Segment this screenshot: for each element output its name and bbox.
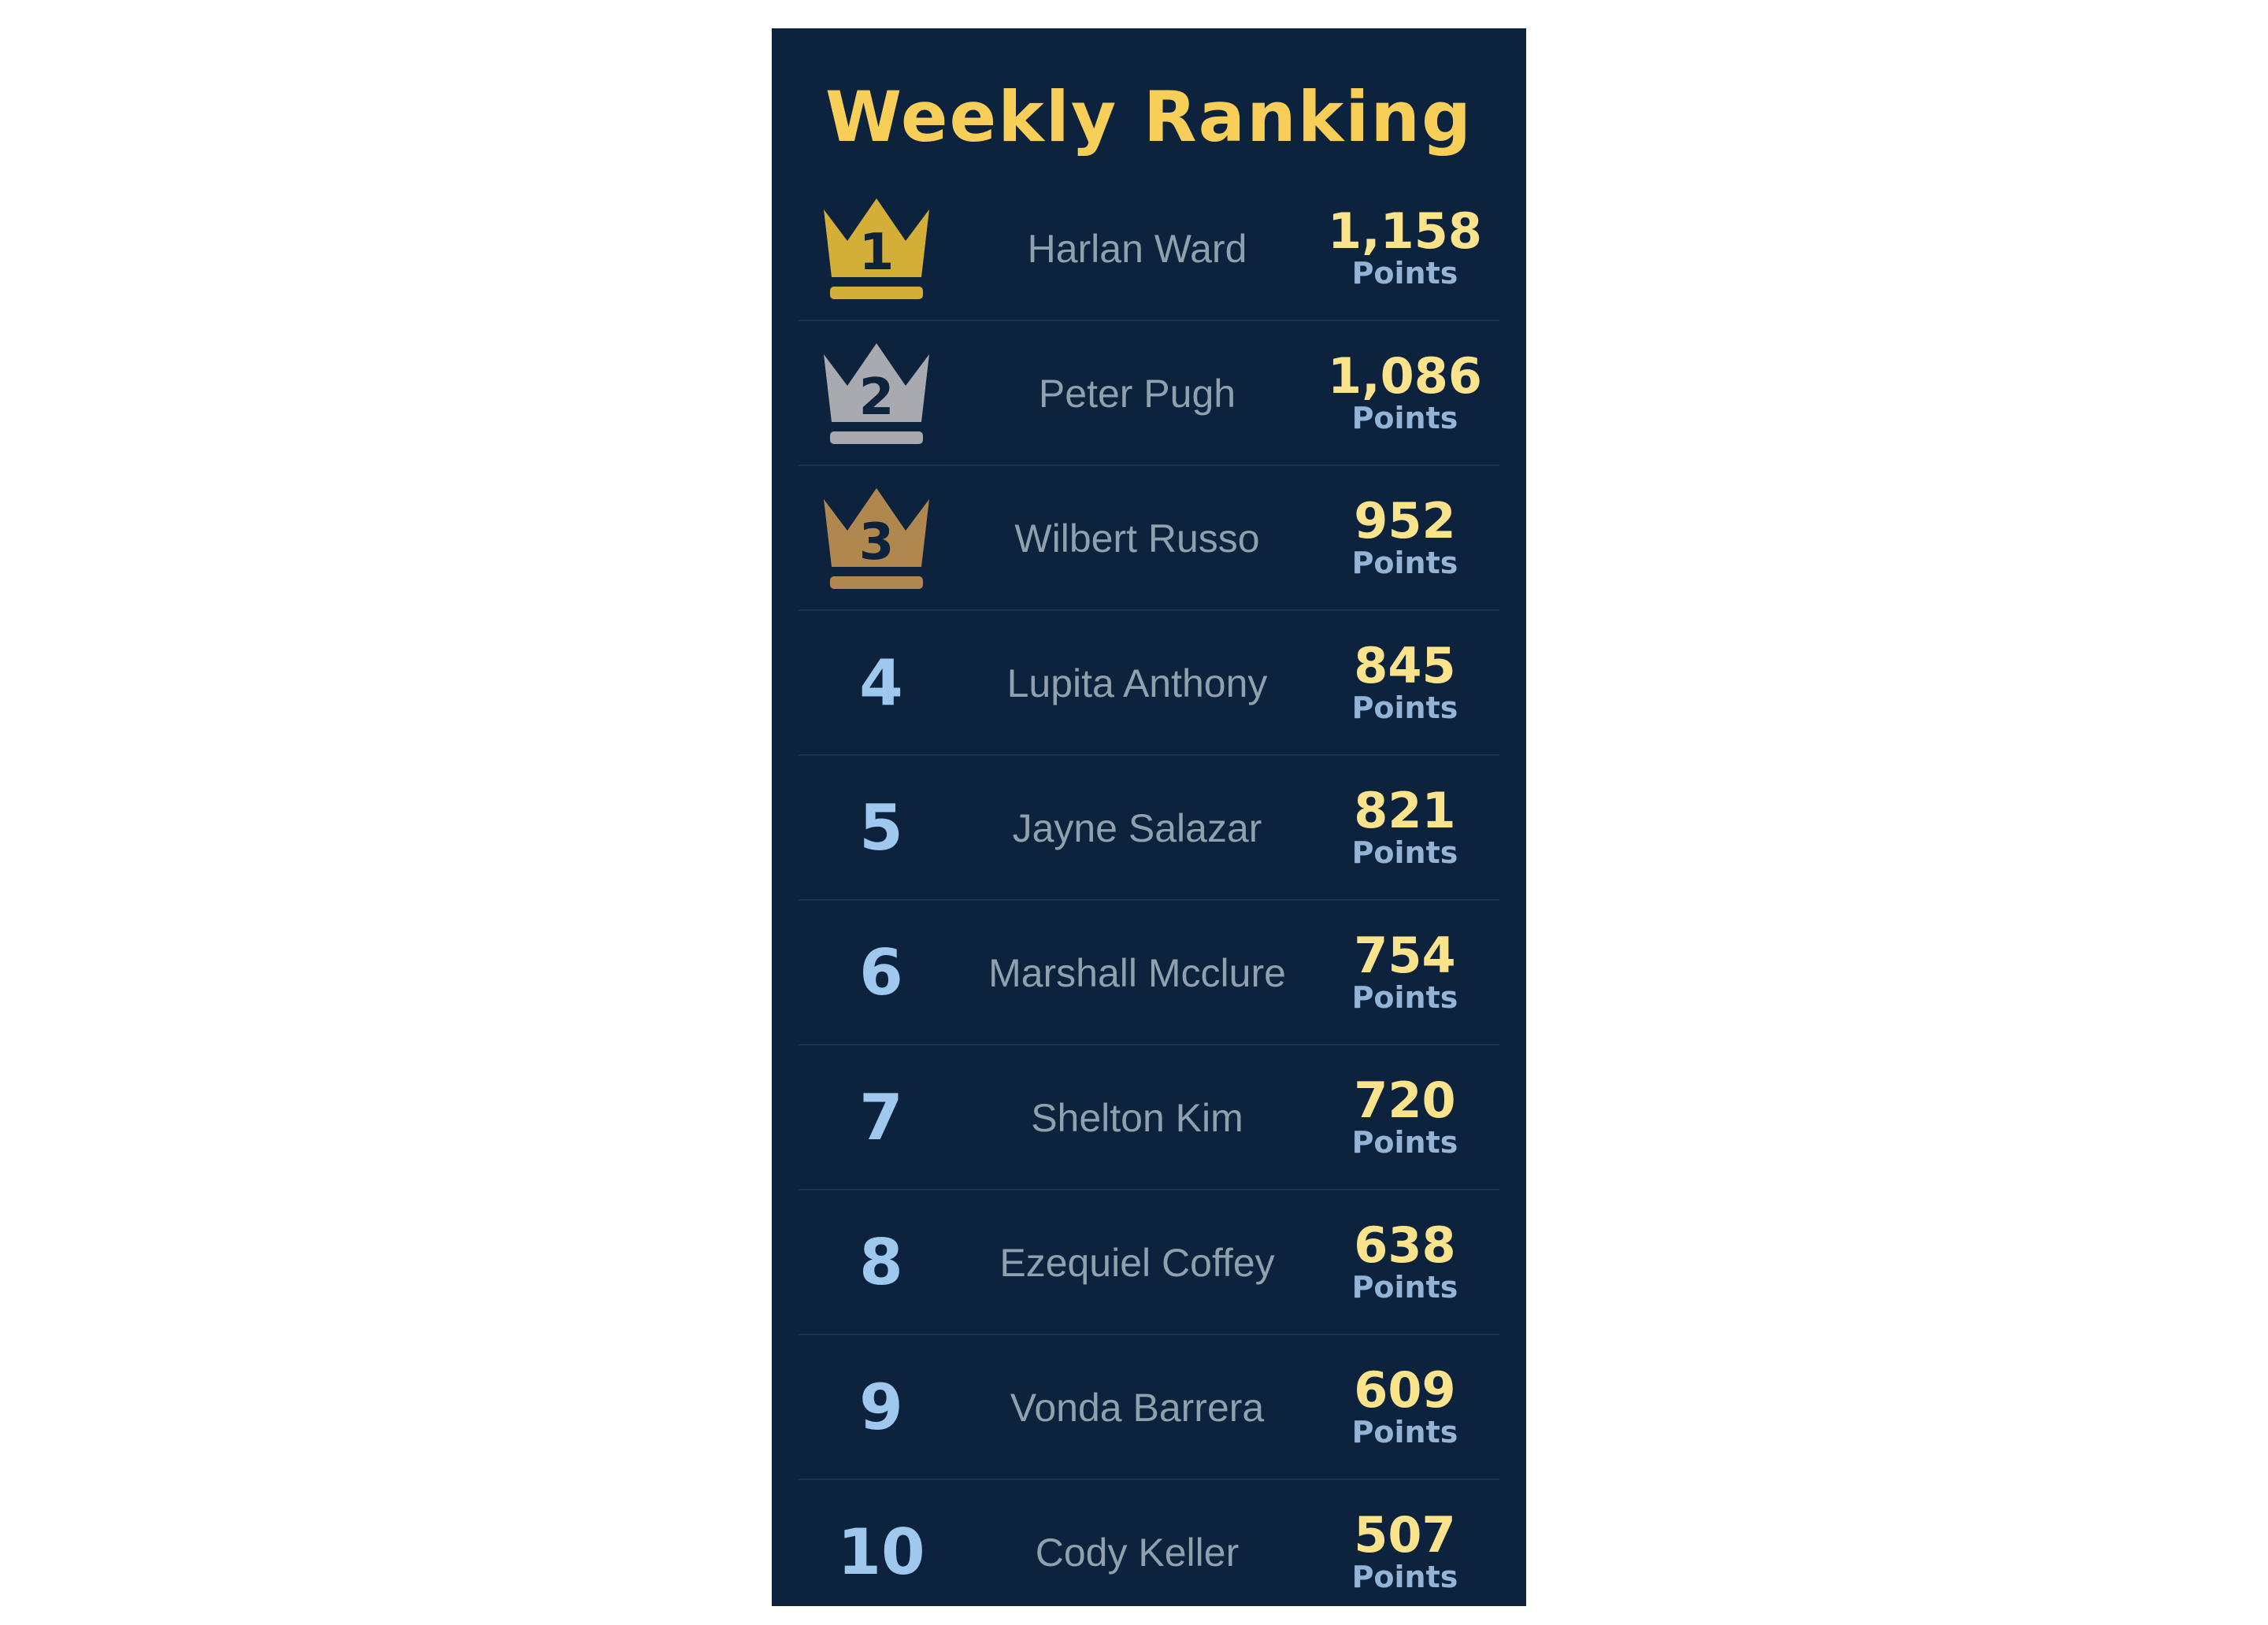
score: 720 Points [1310, 1046, 1499, 1190]
player-name: Jayne Salazar [1012, 806, 1262, 850]
rank-badge: 9 [799, 1335, 964, 1480]
score: 821 Points [1310, 756, 1499, 901]
ranking-row[interactable]: 7 Shelton Kim 720 Points [799, 1046, 1499, 1190]
crown-icon: 1 [824, 198, 929, 299]
score: 638 Points [1310, 1190, 1499, 1335]
player-name: Ezequiel Coffey [999, 1241, 1275, 1285]
player-name: Vonda Barrera [1010, 1386, 1265, 1430]
player-name: Lupita Anthony [1006, 661, 1268, 705]
player-name: Cody Keller [1035, 1531, 1240, 1575]
score-value: 952 [1354, 492, 1456, 550]
rank-number: 3 [859, 513, 895, 572]
score: 1,158 Points [1310, 176, 1499, 321]
points-label: Points [1351, 690, 1458, 725]
score-value: 638 [1354, 1216, 1456, 1274]
points-label: Points [1351, 980, 1458, 1015]
score: 845 Points [1310, 611, 1499, 756]
points-label: Points [1351, 835, 1458, 870]
score: 609 Points [1310, 1335, 1499, 1480]
ranking-row[interactable]: 8 Ezequiel Coffey 638 Points [799, 1190, 1499, 1335]
rank-badge: 6 [799, 901, 964, 1046]
crown-icon: 2 [824, 343, 929, 444]
score-value: 720 [1354, 1072, 1456, 1129]
player-name: Marshall Mcclure [988, 951, 1286, 995]
crown-icon: 3 [824, 488, 929, 589]
score: 952 Points [1310, 466, 1499, 611]
leaderboard-title: Weekly Ranking [825, 76, 1473, 157]
leaderboard-panel: Weekly Ranking 1 Harlan Ward 1,158 Point… [772, 28, 1526, 1606]
score: 754 Points [1310, 901, 1499, 1046]
player-name: Harlan Ward [1027, 227, 1247, 271]
rank-badge: 4 [799, 611, 964, 756]
score-value: 821 [1354, 782, 1456, 839]
points-label: Points [1351, 1415, 1458, 1449]
ranking-row[interactable]: 4 Lupita Anthony 845 Points [799, 611, 1499, 756]
rank-number: 8 [859, 1226, 903, 1299]
rank-badge: 8 [799, 1190, 964, 1335]
score-value: 507 [1354, 1506, 1456, 1564]
score: 1,086 Points [1310, 321, 1499, 466]
points-label: Points [1351, 1125, 1458, 1160]
points-label: Points [1351, 1270, 1458, 1305]
rank-number: 6 [859, 936, 903, 1009]
points-label: Points [1351, 256, 1458, 291]
points-label: Points [1351, 1560, 1458, 1594]
ranking-row[interactable]: 5 Jayne Salazar 821 Points [799, 756, 1499, 901]
points-label: Points [1351, 546, 1458, 580]
rank-number: 1 [859, 224, 895, 282]
rank-number: 7 [859, 1081, 903, 1154]
rank-badge: 1 [799, 176, 964, 321]
score-value: 1,086 [1327, 347, 1483, 405]
score-value: 609 [1354, 1361, 1456, 1419]
rank-badge: 7 [799, 1046, 964, 1190]
ranking-row[interactable]: 10 Cody Keller 507 Points [799, 1480, 1499, 1625]
rank-number: 2 [859, 368, 895, 427]
score-value: 1,158 [1327, 202, 1483, 260]
ranking-row[interactable]: 2 Peter Pugh 1,086 Points [799, 321, 1499, 466]
ranking-row[interactable]: 9 Vonda Barrera 609 Points [799, 1335, 1499, 1480]
ranking-row[interactable]: 1 Harlan Ward 1,158 Points [799, 176, 1499, 321]
points-label: Points [1351, 401, 1458, 435]
rank-badge: 3 [799, 466, 964, 611]
rank-badge: 2 [799, 321, 964, 466]
score: 507 Points [1310, 1480, 1499, 1625]
rank-badge: 5 [799, 756, 964, 901]
ranking-row[interactable]: 3 Wilbert Russo 952 Points [799, 466, 1499, 611]
ranking-row[interactable]: 6 Marshall Mcclure 754 Points [799, 901, 1499, 1046]
player-name: Wilbert Russo [1014, 516, 1260, 561]
rank-badge: 10 [799, 1480, 964, 1625]
rank-number: 10 [837, 1516, 925, 1589]
ranking-list: 1 Harlan Ward 1,158 Points 2 Peter Pugh … [799, 176, 1499, 1625]
player-name: Shelton Kim [1031, 1096, 1243, 1140]
score-value: 845 [1354, 637, 1456, 694]
rank-number: 9 [859, 1371, 903, 1444]
score-value: 754 [1354, 927, 1456, 984]
rank-number: 5 [859, 791, 903, 864]
rank-number: 4 [859, 646, 903, 720]
player-name: Peter Pugh [1038, 372, 1236, 416]
